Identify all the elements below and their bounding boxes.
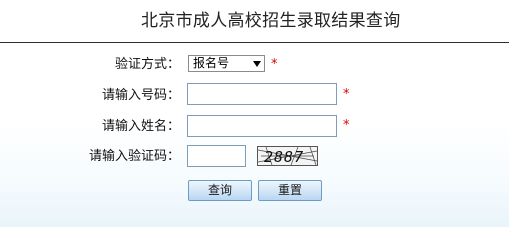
captcha-label: 请输入验证码：	[88, 149, 180, 164]
captcha-text: 2887	[264, 148, 304, 165]
query-button[interactable]: 查询	[188, 180, 252, 201]
number-label: 请输入号码：	[101, 88, 180, 103]
captcha-input[interactable]	[187, 145, 246, 167]
number-input[interactable]	[187, 83, 337, 105]
required-star: *	[271, 57, 278, 72]
name-input[interactable]	[187, 115, 337, 137]
dropdown-arrow-icon[interactable]	[253, 61, 261, 67]
page-title: 北京市成人高校招生录取结果查询	[141, 11, 401, 31]
name-label: 请输入姓名：	[101, 119, 180, 134]
required-star: *	[343, 87, 350, 102]
verify-method-label: 验证方式：	[114, 57, 180, 72]
captcha-image[interactable]: 2887	[257, 146, 318, 166]
required-star: *	[343, 118, 350, 133]
verify-method-select[interactable]: 报名号	[188, 55, 265, 72]
verify-method-value: 报名号	[193, 56, 230, 70]
title-divider	[0, 42, 509, 43]
reset-button[interactable]: 重置	[258, 180, 322, 201]
